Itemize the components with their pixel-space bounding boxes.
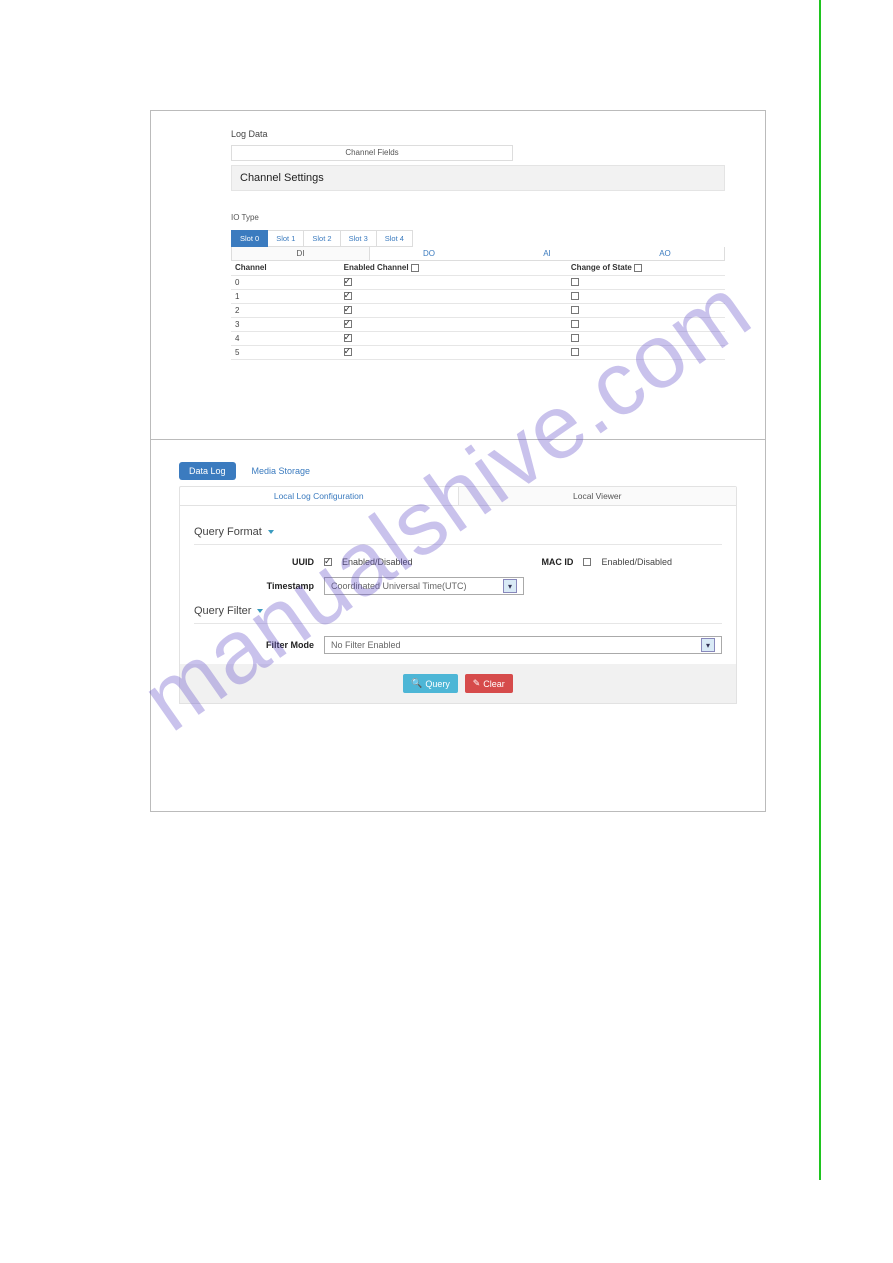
enabled-checkbox[interactable] <box>344 348 352 356</box>
timestamp-value: Coordinated Universal Time(UTC) <box>331 581 467 591</box>
cell-enabled <box>340 331 567 345</box>
top-tab-buttons: Data Log Media Storage <box>179 462 737 480</box>
tab-slot-1[interactable]: Slot 1 <box>268 230 304 247</box>
cos-checkbox[interactable] <box>571 278 579 286</box>
tab-slot-2[interactable]: Slot 2 <box>304 230 340 247</box>
query-filter-label: Query Filter <box>194 605 251 617</box>
subtab-local-viewer[interactable]: Local Viewer <box>459 487 737 505</box>
cell-enabled <box>340 303 567 317</box>
tab-slot-3[interactable]: Slot 3 <box>341 230 377 247</box>
cell-channel: 4 <box>231 331 340 345</box>
channel-table: Channel Enabled Channel Change of State … <box>231 261 725 360</box>
caret-down-icon <box>268 530 274 534</box>
macid-label: MAC ID <box>493 557 573 567</box>
col-channel: Channel <box>231 261 340 275</box>
cos-all-checkbox[interactable] <box>634 264 642 272</box>
action-bar: 🔍 Query ✎ Clear <box>180 664 736 703</box>
enabled-checkbox[interactable] <box>344 292 352 300</box>
table-row: 3 <box>231 317 725 331</box>
iotype-tabs: DI DO AI AO <box>231 247 725 261</box>
query-format-label: Query Format <box>194 526 262 538</box>
query-button-label: Query <box>425 679 450 689</box>
channel-fields-box[interactable]: Channel Fields <box>231 145 513 161</box>
enabled-checkbox[interactable] <box>344 320 352 328</box>
cell-enabled <box>340 345 567 359</box>
row-uuid-mac: UUID Enabled/Disabled MAC ID Enabled/Dis… <box>194 557 722 567</box>
sub-tabs: Local Log Configuration Local Viewer <box>179 486 737 506</box>
cell-cos <box>567 303 725 317</box>
row-filter-mode: Filter Mode No Filter Enabled ▾ <box>194 636 722 654</box>
uuid-checkbox[interactable] <box>324 558 332 566</box>
macid-text: Enabled/Disabled <box>601 557 672 567</box>
dropdown-icon: ▾ <box>701 638 715 652</box>
caret-down-icon <box>257 609 263 613</box>
enabled-all-checkbox[interactable] <box>411 264 419 272</box>
cell-cos <box>567 275 725 289</box>
tab-media-storage[interactable]: Media Storage <box>242 462 321 480</box>
cos-checkbox[interactable] <box>571 334 579 342</box>
cell-enabled <box>340 275 567 289</box>
tab-ao[interactable]: AO <box>606 247 724 260</box>
tab-slot-0[interactable]: Slot 0 <box>231 230 268 247</box>
filter-mode-label: Filter Mode <box>194 640 314 650</box>
tab-do[interactable]: DO <box>370 247 488 260</box>
query-format-header[interactable]: Query Format <box>194 526 722 545</box>
cell-cos <box>567 289 725 303</box>
enabled-checkbox[interactable] <box>344 306 352 314</box>
query-button[interactable]: 🔍 Query <box>403 674 458 693</box>
tab-ai[interactable]: AI <box>488 247 606 260</box>
dropdown-icon: ▾ <box>503 579 517 593</box>
col-enabled: Enabled Channel <box>340 261 567 275</box>
cos-checkbox[interactable] <box>571 306 579 314</box>
io-type-label: IO Type <box>231 213 725 222</box>
channel-settings-panel: Log Data Channel Fields Channel Settings… <box>151 111 765 439</box>
cell-channel: 2 <box>231 303 340 317</box>
cell-channel: 5 <box>231 345 340 359</box>
cell-enabled <box>340 289 567 303</box>
search-icon: 🔍 <box>411 678 422 689</box>
cell-channel: 0 <box>231 275 340 289</box>
uuid-text: Enabled/Disabled <box>342 557 413 567</box>
cell-cos <box>567 317 725 331</box>
tab-slot-4[interactable]: Slot 4 <box>377 230 413 247</box>
cos-checkbox[interactable] <box>571 320 579 328</box>
table-row: 5 <box>231 345 725 359</box>
slot-tabs: Slot 0 Slot 1 Slot 2 Slot 3 Slot 4 <box>231 230 725 247</box>
cell-enabled <box>340 317 567 331</box>
local-viewer-body: Query Format UUID Enabled/Disabled MAC I… <box>179 506 737 704</box>
table-row: 0 <box>231 275 725 289</box>
channel-settings-header: Channel Settings <box>231 165 725 191</box>
filter-mode-value: No Filter Enabled <box>331 640 401 650</box>
row-timestamp: Timestamp Coordinated Universal Time(UTC… <box>194 577 722 595</box>
cell-channel: 3 <box>231 317 340 331</box>
eraser-icon: ✎ <box>473 678 481 689</box>
clear-button[interactable]: ✎ Clear <box>465 674 513 693</box>
timestamp-label: Timestamp <box>194 581 314 591</box>
enabled-checkbox[interactable] <box>344 278 352 286</box>
tab-di[interactable]: DI <box>232 247 370 260</box>
macid-checkbox[interactable] <box>583 558 591 566</box>
cell-cos <box>567 331 725 345</box>
table-header-row: Channel Enabled Channel Change of State <box>231 261 725 275</box>
clear-button-label: Clear <box>483 679 505 689</box>
col-cos: Change of State <box>567 261 725 275</box>
table-row: 2 <box>231 303 725 317</box>
query-filter-header[interactable]: Query Filter <box>194 605 722 624</box>
uuid-label: UUID <box>194 557 314 567</box>
log-data-title: Log Data <box>231 129 725 139</box>
document-panel: Log Data Channel Fields Channel Settings… <box>150 110 766 812</box>
table-row: 4 <box>231 331 725 345</box>
page-divider <box>819 0 821 1180</box>
enabled-checkbox[interactable] <box>344 334 352 342</box>
tab-data-log[interactable]: Data Log <box>179 462 236 480</box>
cos-checkbox[interactable] <box>571 292 579 300</box>
filter-mode-select[interactable]: No Filter Enabled ▾ <box>324 636 722 654</box>
cell-cos <box>567 345 725 359</box>
subtab-local-log[interactable]: Local Log Configuration <box>180 487 459 505</box>
timestamp-select[interactable]: Coordinated Universal Time(UTC) ▾ <box>324 577 524 595</box>
cos-checkbox[interactable] <box>571 348 579 356</box>
cell-channel: 1 <box>231 289 340 303</box>
table-row: 1 <box>231 289 725 303</box>
data-log-panel: Data Log Media Storage Local Log Configu… <box>151 439 765 811</box>
